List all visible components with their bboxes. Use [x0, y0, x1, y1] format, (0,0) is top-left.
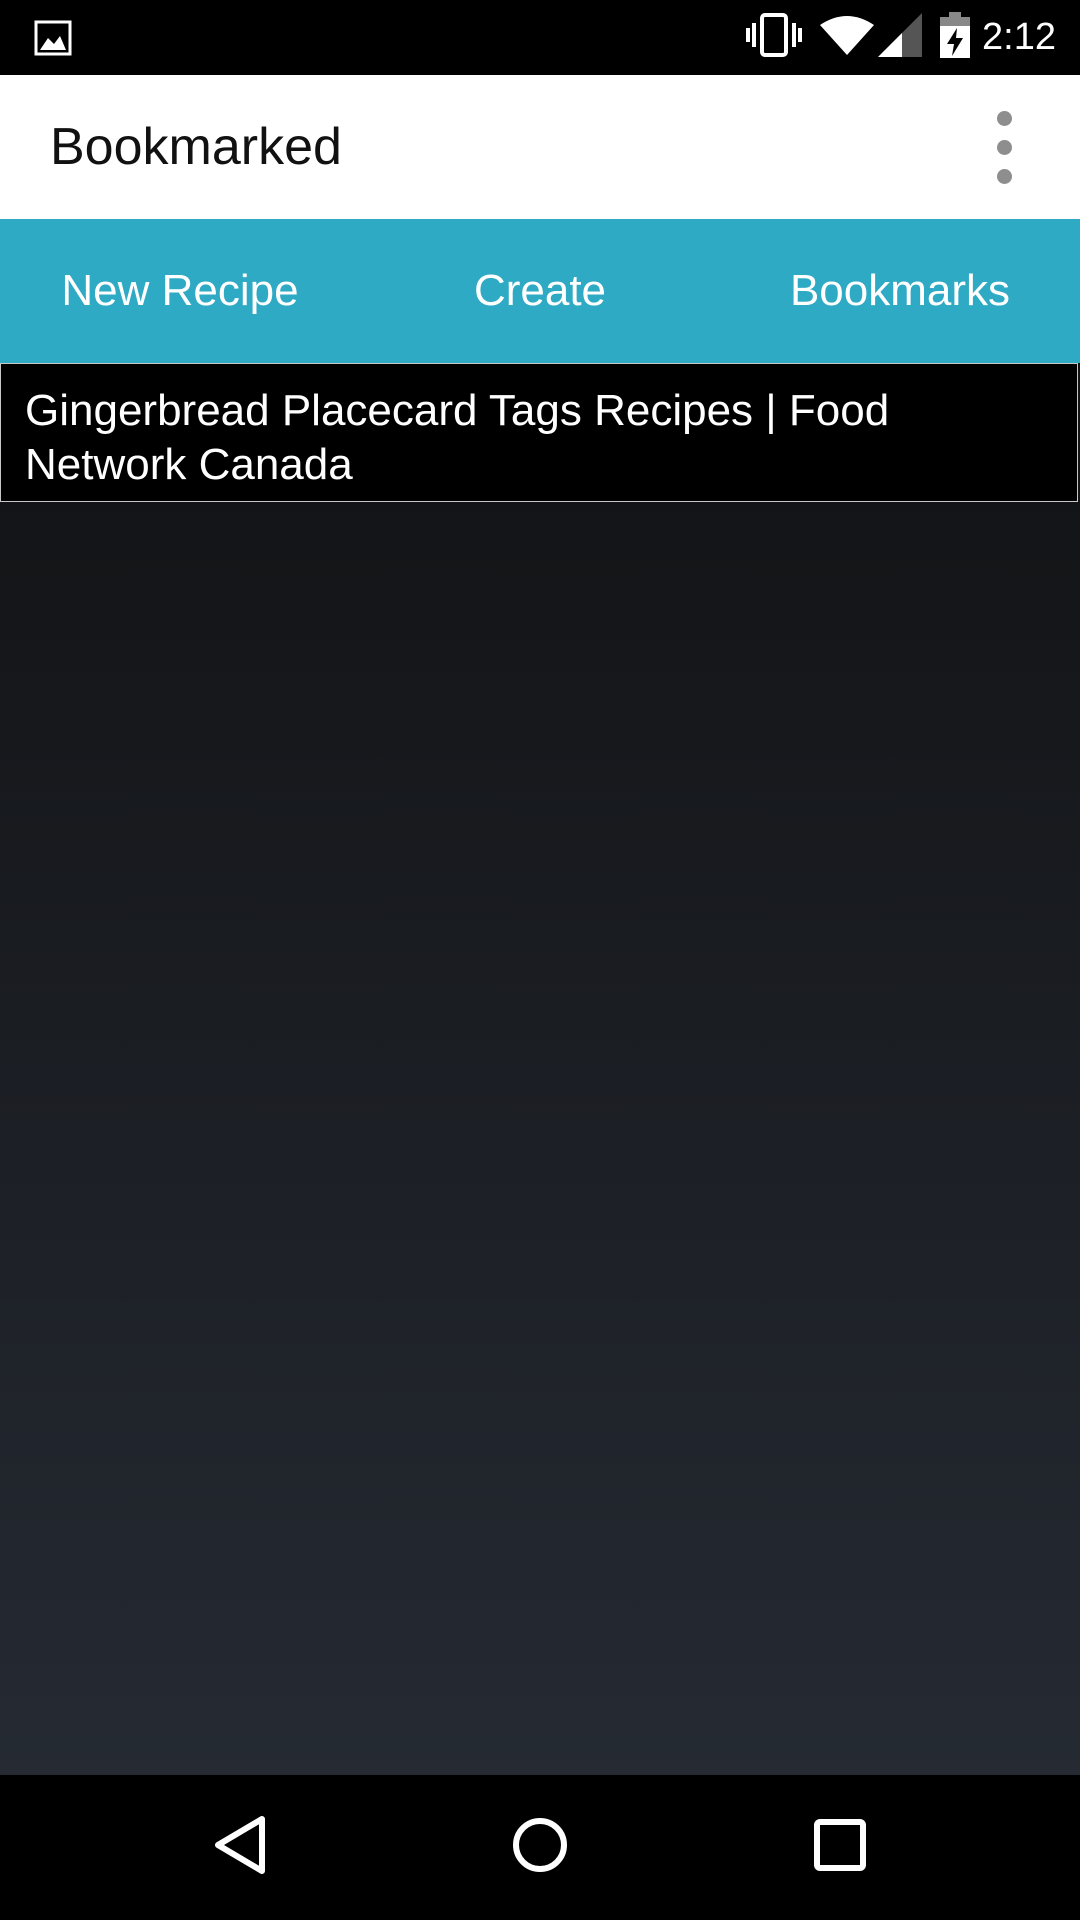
battery-charging-icon: [940, 12, 971, 63]
page-title: Bookmarked: [50, 118, 342, 176]
status-icons: 2:12: [746, 0, 1080, 75]
screen: 2:12 Bookmarked New Recipe Create Bookma…: [0, 0, 1080, 1920]
app-bar: Bookmarked: [0, 75, 1080, 219]
recents-button[interactable]: [800, 1811, 880, 1883]
more-options-button[interactable]: [968, 97, 1040, 197]
image-icon: [34, 20, 72, 56]
list-item[interactable]: Gingerbread Placecard Tags Recipes | Foo…: [0, 363, 1078, 502]
tab-new-recipe[interactable]: New Recipe: [0, 219, 360, 363]
status-time: 2:12: [982, 16, 1056, 58]
back-icon: [210, 1814, 270, 1881]
back-button[interactable]: [200, 1811, 280, 1883]
home-icon: [510, 1815, 570, 1880]
tab-bookmarks[interactable]: Bookmarks: [720, 219, 1080, 363]
navigation-bar: [0, 1775, 1080, 1920]
tab-bar: New Recipe Create Bookmarks: [0, 219, 1080, 363]
wifi-icon: [820, 15, 875, 60]
more-vert-icon-dot: [996, 168, 1012, 184]
recents-icon: [812, 1817, 868, 1878]
more-vert-icon: [996, 110, 1012, 126]
vibrate-icon: [746, 13, 803, 62]
bookmark-list: Gingerbread Placecard Tags Recipes | Foo…: [0, 363, 1080, 1775]
signal-icon: [878, 13, 923, 62]
status-bar: 2:12: [0, 0, 1080, 75]
home-button[interactable]: [500, 1811, 580, 1883]
more-vert-icon-dot: [996, 139, 1012, 155]
tab-create[interactable]: Create: [360, 219, 720, 363]
